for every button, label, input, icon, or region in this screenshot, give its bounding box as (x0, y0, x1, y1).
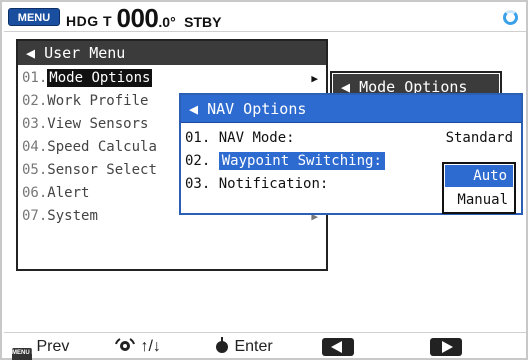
menu-item-label: Mode Options (47, 69, 153, 87)
nav-item-num: 01. (185, 130, 211, 146)
status-bar: MENU HDG T 000.0° STBY (4, 4, 526, 32)
bottom-help-bar: MENU ESC Prev ↑/↓ Enter (4, 332, 526, 360)
menu-item-num: 07. (22, 208, 48, 224)
waypoint-switching-dropdown: Auto Manual (442, 162, 516, 214)
scroll-hint: ↑/↓ (114, 333, 161, 360)
menu-item-num: 04. (22, 139, 48, 155)
nav-item-value: Standard (445, 130, 513, 146)
arrows-label: ↑/↓ (140, 338, 161, 355)
left-arrow-key-icon[interactable] (322, 338, 354, 356)
option-manual[interactable]: Manual (444, 188, 514, 212)
chevron-right-icon: ▶ (311, 72, 318, 85)
menu-item-label: Sensor Select (47, 162, 157, 178)
nav-options-title[interactable]: ◀ NAV Options (181, 95, 521, 123)
menu-item-num: 03. (22, 116, 48, 132)
loading-icon (503, 10, 518, 25)
menu-item-num: 06. (22, 185, 48, 201)
user-menu-title-text: User Menu (44, 44, 126, 62)
menu-item-num: 05. (22, 162, 48, 178)
prev-label: Prev (36, 338, 70, 355)
menu-item-mode-options[interactable]: 01. Mode Options ▶ (18, 67, 326, 90)
prev-hint: MENU ESC Prev (12, 333, 69, 360)
rotary-knob-icon (115, 338, 135, 351)
menu-item-label: Alert (47, 185, 90, 201)
option-auto[interactable]: Auto (445, 165, 513, 187)
nav-item-label: Notification: (218, 176, 329, 192)
heading-decimal: .0° (158, 14, 176, 30)
right-arrow-key-icon[interactable] (430, 338, 462, 356)
enter-label: Enter (234, 338, 273, 355)
mode-indicator: STBY (184, 14, 222, 30)
user-menu-title[interactable]: ◀ User Menu (18, 41, 326, 65)
enter-hint: Enter (214, 333, 273, 360)
menu-item-label: System (47, 208, 98, 224)
nav-item-label: NAV Mode: (218, 130, 295, 146)
menu-item-label: Speed Calcula (47, 139, 157, 155)
autopilot-screen: MENU HDG T 000.0° STBY ◀ User Menu 01. Mo… (0, 0, 528, 360)
nav-item-num: 03. (185, 176, 211, 192)
nav-item-num: 02. (185, 153, 211, 169)
menu-item-label: Work Profile (47, 93, 149, 109)
nav-options-title-text: NAV Options (207, 100, 307, 118)
heading-readout: HDG T 000.0° STBY (66, 4, 221, 32)
heading-value: 000 (116, 3, 159, 33)
menu-item-label: View Sensors (47, 116, 149, 132)
nav-item-nav-mode[interactable]: 01. NAV Mode: Standard (181, 127, 521, 150)
knob-push-icon (216, 337, 228, 353)
menu-item-num: 02. (22, 93, 48, 109)
menu-item-num: 01. (22, 70, 48, 86)
menu-esc-key-icon: MENU ESC (12, 348, 44, 360)
menu-badge[interactable]: MENU (8, 8, 60, 26)
nav-item-label: Waypoint Switching: (218, 152, 385, 170)
heading-label: HDG T (66, 13, 113, 29)
